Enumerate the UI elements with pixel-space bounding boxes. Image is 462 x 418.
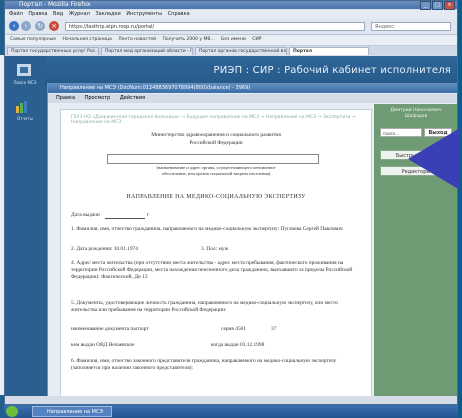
web-content: РИЭП : СИР : Рабочий кабинет исполнителя… [5,56,457,396]
taskbar-item[interactable]: Направление на МСЭ [32,406,112,417]
doc-menu-edit[interactable]: Правка [56,95,75,101]
bookmark-item[interactable]: Начальная страница [63,37,112,42]
ministry-line: Министерство здравоохранения и социально… [151,132,281,138]
menu-file[interactable]: Файл [9,11,23,17]
stop-icon[interactable]: × [49,21,59,31]
date-label: Дата выдачи [71,212,100,218]
item-5-documents: 5. Документы, удостоверяющие личность гр… [71,300,338,313]
tab-item[interactable]: Портал органов государственной вл... [195,47,287,55]
date-suffix: г [147,212,150,218]
forward-icon[interactable]: › [21,21,31,31]
date-underline [105,218,145,219]
reports-icon[interactable] [15,100,29,114]
start-button-icon[interactable] [6,406,18,417]
document-toolbar: Правка Просмотр Действия [48,94,457,103]
leftnav-label[interactable]: Отчеты [7,116,43,121]
browser-tabs: Портал государственных услуг Рос... Порт… [5,46,457,55]
back-icon[interactable]: ‹ [9,21,19,31]
menu-help[interactable]: Справка [168,11,190,17]
item-1: 1. Фамилия, имя, отчество гражданина, на… [71,226,343,232]
menu-tools[interactable]: Инструменты [126,11,162,17]
country-line: Российской Федерации [189,140,243,146]
doc-issued-date: когда выдан 03.12.1998 [211,342,265,348]
search-mse-icon[interactable] [15,62,33,78]
doc-issued-by: кем выдан ОВД Нечаевское [71,342,135,348]
app-header: РИЭП : СИР : Рабочий кабинет исполнителя [5,56,457,86]
doc-number: 37 [271,326,277,332]
menu-history[interactable]: Журнал [69,11,90,17]
field-caption: обеспечение, или органа социальной защит… [161,171,271,176]
browser-menubar: Файл Правка Вид Журнал Закладки Инструме… [5,10,457,19]
item-2-birthdate: 2. Дата рождения: 10.01.1974 [71,246,138,252]
bookmark-item[interactable]: СИР [252,37,261,42]
browser-navbar: ‹ › ↻ × https://lasttrip.eipn.rosp.ru/po… [5,19,457,35]
browser-titlebar: Портал - Mozilla Firefox _ □ × [5,1,457,10]
document-window: Направление на МСЭ (DocNum:0124883697078… [47,83,457,396]
browser-window: Портал - Mozilla Firefox _ □ × Файл Прав… [4,0,458,405]
menu-bookmarks[interactable]: Закладки [95,11,120,17]
tab-item[interactable]: Портал мед организаций области - Пол... [101,47,193,55]
leftnav-label[interactable]: Поиск МСЭ [7,80,43,85]
pointer-arrow-icon [408,128,460,190]
document-heading: НАПРАВЛЕНИЕ НА МЕДИКО-СОЦИАЛЬНУЮ ЭКСПЕРТ… [126,194,306,200]
background-page-strip [0,55,4,395]
document-window-title: Направление на МСЭ (DocNum:0124883697078… [48,84,457,93]
bookmark-item[interactable]: Получить 2000 у МВ... [163,37,215,42]
doc-type: наименование документа паспорт [71,326,149,332]
maximize-icon[interactable]: □ [432,1,443,10]
breadcrumb: ГБУЗ НО «Дзержинская городская больница»… [71,115,356,125]
tab-item[interactable]: Портал государственных услуг Рос... [7,47,99,55]
window-title: Портал - Mozilla Firefox [19,1,91,8]
menu-edit[interactable]: Правка [28,11,47,17]
bookmarks-bar: Самые популярные Начальная страница Лент… [5,35,457,46]
bookmark-item[interactable]: Без имени [221,37,246,42]
user-name: Дмитрий Николаевич Шафаров [390,108,442,119]
item-3-sex: 3. Пол: муж [201,246,229,252]
browser-search[interactable]: Яндекс [371,22,451,31]
item-6-representative: 6. Фамилия, имя, отчество законного пред… [71,358,337,371]
doc-series: серия 4501 [221,326,247,332]
url-bar[interactable]: https://lasttrip.eipn.rosp.ru/portal/ [65,22,365,31]
close-icon[interactable]: × [444,1,455,10]
reload-icon[interactable]: ↻ [35,21,45,31]
doc-menu-view[interactable]: Просмотр [85,95,111,101]
minimize-icon[interactable]: _ [420,1,431,10]
bookmark-item[interactable]: Лента новостей [118,37,156,42]
app-leftnav: Поиск МСЭ Отчеты [5,56,45,396]
document-page: ГБУЗ НО «Дзержинская городская больница»… [60,109,372,396]
organ-address-field[interactable] [107,154,319,164]
menu-view[interactable]: Вид [53,11,63,17]
item-4-address: 4. Адрес места жительства (при отсутстви… [71,260,353,280]
tab-item-active[interactable]: Портал [289,47,369,55]
taskbar: Направление на МСЭ [4,405,458,418]
doc-menu-actions[interactable]: Действия [120,95,145,101]
bookmark-item[interactable]: Самые популярные [10,37,56,42]
slide-background-right [458,0,462,418]
app-title: РИЭП : СИР : Рабочий кабинет исполнителя [213,65,451,76]
